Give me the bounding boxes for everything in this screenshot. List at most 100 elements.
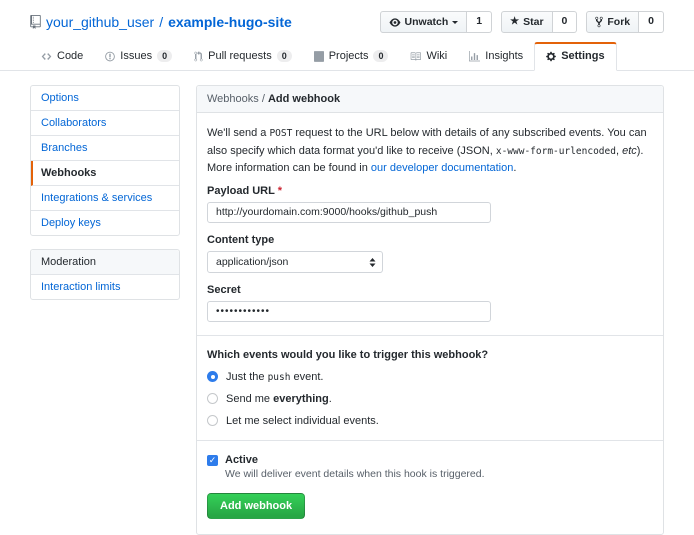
events-question: Which events would you like to trigger t… [207,349,653,361]
radio-send-everything[interactable]: Send me everything. [207,393,653,405]
required-asterisk: * [278,185,282,197]
secret-label: Secret [207,284,653,296]
star-button[interactable]: ★ Star [501,11,552,33]
project-icon [314,51,324,62]
tab-code[interactable]: Code [30,43,94,70]
content: Options Collaborators Branches Webhooks … [0,71,694,535]
code-icon [41,51,52,62]
settings-sidebar: Options Collaborators Branches Webhooks … [30,85,180,300]
radio1-post: event. [290,371,323,383]
intro-code-post: POST [269,128,292,139]
watch-button-group: Unwatch 1 [380,11,493,33]
issues-counter: 0 [157,50,172,62]
intro-t1: We'll send a [207,127,269,139]
sidebar-item-integrations[interactable]: Integrations & services [31,186,179,211]
checkbox-checked-icon[interactable]: ✓ [207,455,218,466]
breadcrumb-separator: / [259,93,268,105]
radio-individual-events-label: Let me select individual events. [226,415,379,427]
repo-actions: Unwatch 1 ★ Star 0 Fork 0 [380,11,664,33]
payload-url-label-text: Payload URL [207,185,275,197]
radio-just-push[interactable]: Just the push event. [207,371,653,383]
tab-settings[interactable]: Settings [534,42,616,71]
star-count[interactable]: 0 [553,11,578,33]
caret-down-icon [452,21,458,27]
secret-input[interactable] [207,301,491,322]
payload-url-label: Payload URL * [207,185,653,197]
active-checkbox-row[interactable]: ✓ Active [207,454,653,466]
radio2-post: . [329,393,332,405]
tab-projects-label: Projects [329,50,369,62]
add-webhook-panel: Webhooks / Add webhook We'll send a POST… [196,85,664,535]
fork-count[interactable]: 0 [639,11,664,33]
tab-insights[interactable]: Insights [458,43,534,70]
breadcrumb-webhooks-link[interactable]: Webhooks [207,93,259,105]
intro-text: We'll send a POST request to the URL bel… [207,125,653,178]
divider [197,335,663,336]
repo-owner-link[interactable]: your_github_user [46,14,154,30]
active-label: Active [225,454,258,466]
tab-insights-label: Insights [485,50,523,62]
tab-projects[interactable]: Projects 0 [303,43,400,70]
gear-icon [546,51,556,62]
unwatch-label: Unwatch [405,17,449,28]
fork-button[interactable]: Fork [586,11,639,33]
content-type-select[interactable]: application/json [207,251,383,273]
sidebar-item-branches[interactable]: Branches [31,136,179,161]
radio-send-everything-label: Send me everything. [226,393,332,405]
radio-just-push-label: Just the push event. [226,371,324,383]
sidebar-item-webhooks[interactable]: Webhooks [31,161,179,186]
page-header: your_github_user / example-hugo-site Unw… [0,0,694,39]
repo-separator: / [159,14,163,30]
sidebar-item-collaborators[interactable]: Collaborators [31,111,179,136]
pull-request-icon [194,51,203,62]
repo-nav: Code Issues 0 Pull requests 0 Projects 0… [0,42,694,71]
tab-issues-label: Issues [120,50,152,62]
moderation-menu: Moderation Interaction limits [30,249,180,300]
intro-etc: etc [622,145,637,157]
tab-pull-requests-label: Pull requests [208,50,272,62]
tab-code-label: Code [57,50,83,62]
sidebar-item-options[interactable]: Options [31,86,179,111]
watch-count[interactable]: 1 [467,11,492,33]
fork-label: Fork [607,17,630,28]
star-icon: ★ [510,17,519,27]
pull-requests-counter: 0 [277,50,292,62]
tab-settings-label: Settings [561,50,604,62]
payload-url-input[interactable] [207,202,491,223]
radio-selected-icon[interactable] [207,371,218,382]
active-description: We will deliver event details when this … [225,468,653,480]
star-button-group: ★ Star 0 [501,11,577,33]
settings-menu: Options Collaborators Branches Webhooks … [30,85,180,236]
moderation-heading: Moderation [31,250,179,275]
radio-unselected-icon[interactable] [207,415,218,426]
radio-individual-events[interactable]: Let me select individual events. [207,415,653,427]
radio-unselected-icon[interactable] [207,393,218,404]
repo-icon [30,15,41,29]
radio2-pre: Send me [226,393,273,405]
sidebar-item-deploy-keys[interactable]: Deploy keys [31,211,179,235]
radio1-pre: Just the [226,371,268,383]
add-webhook-form: We'll send a POST request to the URL bel… [197,113,663,534]
tab-pull-requests[interactable]: Pull requests 0 [183,43,303,70]
tab-wiki-label: Wiki [426,50,447,62]
issue-icon [105,51,115,62]
breadcrumb: Webhooks / Add webhook [197,86,663,113]
graph-icon [469,51,480,62]
eye-icon [389,17,401,28]
book-icon [410,51,421,62]
star-label: Star [523,17,543,28]
projects-counter: 0 [373,50,388,62]
sidebar-item-interaction-limits[interactable]: Interaction limits [31,275,179,299]
radio1-code-push: push [268,372,291,383]
intro-code-urlencoded: x-www-form-urlencoded [496,146,616,157]
repo-name-link[interactable]: example-hugo-site [168,14,292,30]
radio2-bold: everything [273,393,329,405]
content-type-select-wrap: application/json [207,251,383,273]
developer-docs-link[interactable]: our developer documentation [371,162,513,174]
content-type-label: Content type [207,234,653,246]
divider [197,440,663,441]
tab-issues[interactable]: Issues 0 [94,43,183,70]
tab-wiki[interactable]: Wiki [399,43,458,70]
fork-icon [595,16,603,28]
unwatch-button[interactable]: Unwatch [380,11,468,33]
